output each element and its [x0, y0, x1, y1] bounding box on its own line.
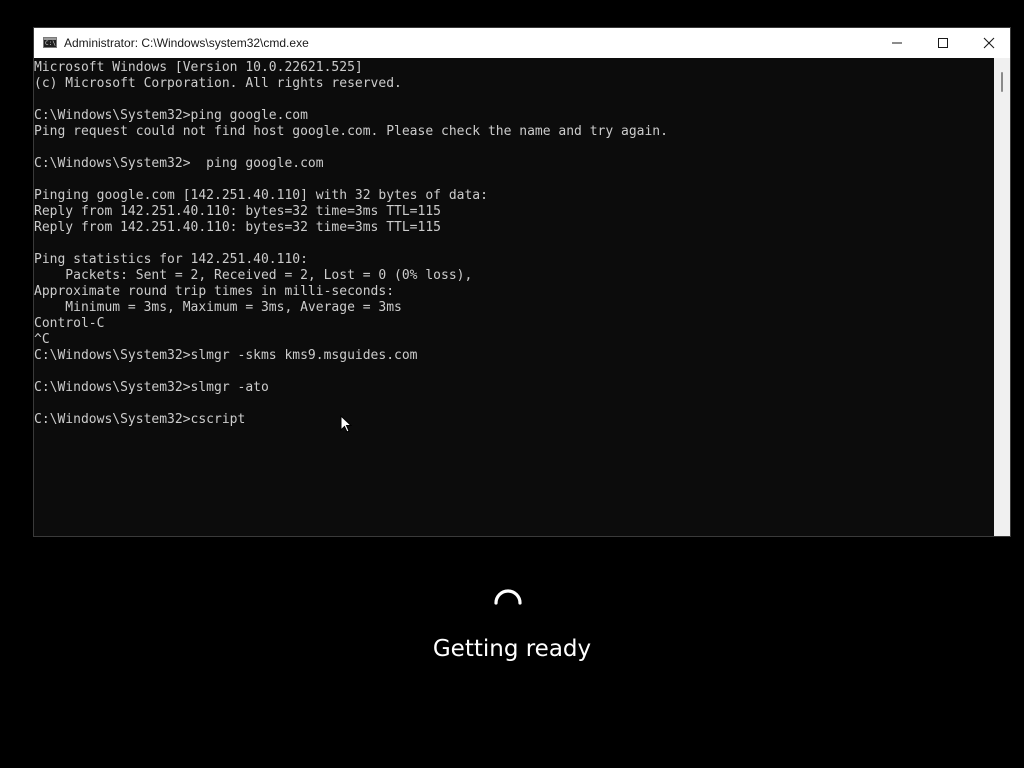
console-line: Ping request could not find host google.… — [34, 124, 668, 139]
cmd-window[interactable]: C:\ Administrator: C:\Windows\system32\c… — [33, 27, 1011, 537]
console-line: Ping statistics for 142.251.40.110: — [34, 252, 308, 267]
console-line: (c) Microsoft Corporation. All rights re… — [34, 76, 402, 91]
getting-ready-text: Getting ready — [432, 636, 592, 662]
window-title: Administrator: C:\Windows\system32\cmd.e… — [64, 36, 309, 50]
console-line: Pinging google.com [142.251.40.110] with… — [34, 188, 488, 203]
console-line: Minimum = 3ms, Maximum = 3ms, Average = … — [34, 300, 402, 315]
close-icon — [983, 37, 995, 49]
console-line: C:\Windows\System32>slmgr -skms kms9.msg… — [34, 348, 418, 363]
console-line: ^C — [34, 332, 50, 347]
console-line: Control-C — [34, 316, 105, 331]
console-line: Microsoft Windows [Version 10.0.22621.52… — [34, 60, 363, 75]
console-line: Packets: Sent = 2, Received = 2, Lost = … — [34, 268, 473, 283]
title-bar[interactable]: C:\ Administrator: C:\Windows\system32\c… — [34, 28, 1010, 58]
console-line: C:\Windows\System32>slmgr -ato — [34, 380, 269, 395]
loading-spinner-icon — [494, 589, 522, 605]
console-line: Approximate round trip times in milli-se… — [34, 284, 395, 299]
console-output[interactable]: Microsoft Windows [Version 10.0.22621.52… — [34, 58, 994, 536]
scrollbar-thumb[interactable] — [1001, 72, 1003, 92]
maximize-button[interactable] — [920, 28, 966, 58]
vertical-scrollbar[interactable] — [994, 58, 1010, 536]
cmd-icon: C:\ — [43, 37, 57, 48]
mouse-pointer-icon — [340, 415, 352, 433]
console-line: Reply from 142.251.40.110: bytes=32 time… — [34, 204, 441, 219]
minimize-button[interactable] — [874, 28, 920, 58]
minimize-icon — [892, 42, 902, 44]
console-line: Reply from 142.251.40.110: bytes=32 time… — [34, 220, 441, 235]
console-lines: Microsoft Windows [Version 10.0.22621.52… — [34, 60, 668, 428]
console-line: C:\Windows\System32>ping google.com — [34, 108, 308, 123]
console-line: C:\Windows\System32> ping google.com — [34, 156, 324, 171]
close-button[interactable] — [966, 28, 1012, 58]
maximize-icon — [938, 38, 948, 48]
